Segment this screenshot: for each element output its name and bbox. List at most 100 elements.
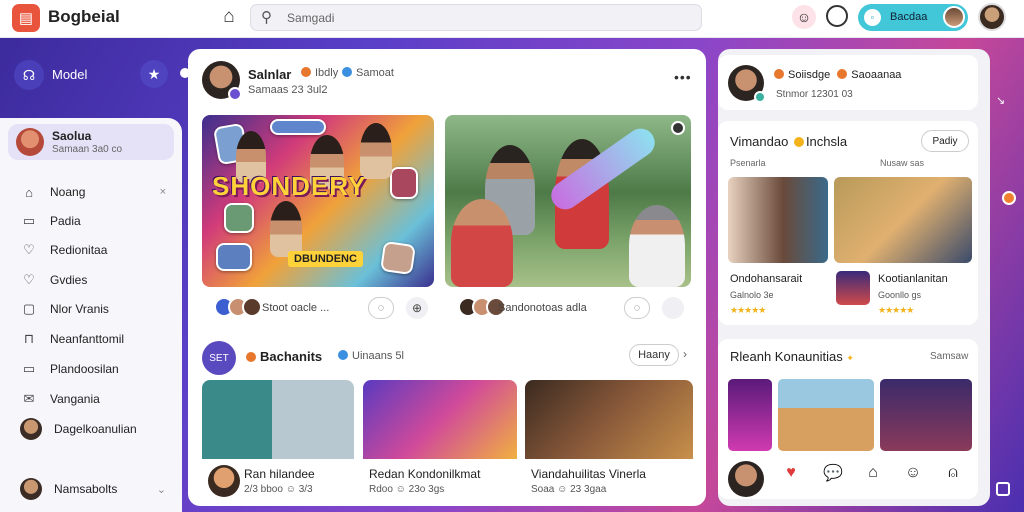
post-tag-2: Samoat (338, 67, 394, 79)
community-image[interactable] (728, 379, 772, 451)
sidebar-item-plandoosilan[interactable]: ▭ Plandoosilan (20, 359, 170, 379)
arrow-icon[interactable]: ↘ (996, 94, 1005, 107)
avatar[interactable] (728, 461, 764, 497)
sidebar-item-redionitaa[interactable]: ♡ Redionitaa (20, 240, 170, 260)
video-card[interactable]: Viandahuilitas Vinerla Soaa ☺ 23 3gaa (525, 380, 693, 504)
badge-icon (754, 91, 766, 103)
profile-card-tag: Saoaanaa (851, 69, 902, 81)
sidebar-item-vangania[interactable]: ✉ Vangania (20, 389, 170, 409)
sidebar-item-label: Gvdies (50, 273, 88, 287)
close-icon[interactable]: × (160, 186, 166, 198)
video-card[interactable]: Redan Kondonilkmat Rdoo ☺ 23o 3gs (363, 380, 517, 504)
info-icon[interactable] (671, 121, 685, 135)
sidebar-item-neanfanttomil[interactable]: ⊓ Neanfanttomil (20, 329, 170, 349)
poster-headline: SHONDERY (212, 171, 367, 201)
profile-card-name: Soiisdge (788, 69, 831, 81)
person (629, 205, 685, 287)
model-icon[interactable]: ☊ (14, 60, 44, 90)
sidebar-item-dagelkoanulian[interactable]: Dagelkoanulian (20, 418, 170, 440)
rating-stars: ★★★★★ (730, 305, 766, 315)
sidebar-footer[interactable]: Namsabolts ⌄ (20, 478, 170, 500)
reactor-avatars (214, 297, 262, 317)
community-image[interactable] (880, 379, 972, 451)
video-title: Ran hilandee (244, 467, 315, 481)
sidebar-item-label: Nlor Vranis (50, 302, 109, 316)
box-icon: ▢ (22, 301, 36, 316)
suggestion-image[interactable] (834, 177, 972, 263)
heart-icon[interactable]: ♥ (780, 462, 802, 484)
more-options-icon[interactable]: ••• (674, 69, 692, 85)
orange-dot-icon (301, 67, 311, 77)
profile-icon[interactable]: ⍝ (942, 462, 964, 484)
sidebar-item-home[interactable]: ⌂ Noang × (20, 182, 170, 202)
sidebar: Saolua Samaan 3a0 co ⌂ Noang × ▭ Padia ♡ Red… (0, 118, 182, 512)
user-avatar[interactable] (978, 3, 1006, 31)
section-badge[interactable]: SET (202, 341, 236, 375)
heart-outline-icon: ♡ (23, 272, 35, 287)
emoji-icon[interactable]: ☺ (792, 5, 816, 29)
comment-icon[interactable]: ◌ (368, 297, 394, 319)
section-sub: Uinaans 5l (334, 350, 404, 362)
community-title: Rleanh Konaunitias ✦ (730, 349, 854, 364)
app-logo-icon[interactable]: ▤ (12, 4, 40, 32)
search-bar[interactable]: ⚲ (250, 4, 702, 31)
suggestion-item-title: Ondohansarait (730, 273, 803, 285)
suggestion-image[interactable] (728, 177, 828, 263)
avatar[interactable] (662, 297, 684, 319)
person (270, 201, 302, 257)
community-image[interactable] (778, 379, 874, 451)
comment-icon[interactable]: 💬 (822, 462, 844, 484)
video-meta: 2/3 bboo ☺ 3/3 (244, 484, 313, 495)
photo-card (390, 167, 418, 199)
orange-dot-icon (837, 69, 848, 79)
video-meta: Soaa ☺ 23 3gaa (531, 484, 607, 495)
profile-dot-icon: ◦ (864, 9, 881, 26)
reaction-label: Stoot oacle ... (262, 302, 330, 314)
sidebar-profile[interactable]: Saolua Samaan 3a0 co (8, 124, 174, 160)
post-tag-label: Ibdly (315, 67, 339, 79)
blue-badge-icon (338, 350, 348, 360)
profile-pill[interactable]: ◦ Bacdaa (858, 4, 968, 31)
chevron-right-icon[interactable]: › (683, 347, 687, 361)
photo-card (216, 243, 252, 271)
sidebar-item-label: Plandoosilan (50, 362, 119, 376)
search-input[interactable] (287, 8, 687, 28)
post-image-group[interactable] (445, 115, 691, 287)
sidebar-item-label: Neanfanttomil (50, 332, 125, 346)
star-icon[interactable]: ★ (140, 60, 168, 88)
page-icon: ▭ (22, 213, 36, 228)
blue-badge-icon (342, 67, 352, 77)
sidebar-item-gvdies[interactable]: ♡ Gvdies (20, 270, 170, 290)
post-image-poster[interactable]: SHONDERY DBUNDENC (202, 115, 434, 287)
top-bar: ▤ Bogbeial ⌂ ⚲ ☺ ◦ Bacdaa (0, 0, 1024, 38)
doc-icon: ▭ (22, 361, 36, 376)
profile-card[interactable]: Soiisdge Saoaanaa Stnmor 12301 03 (718, 55, 978, 110)
post-author[interactable]: Salnlar (248, 67, 291, 82)
suggestion-button[interactable]: Padiy (921, 130, 969, 152)
bookmark-icon: ⊓ (23, 331, 35, 346)
sidebar-item-label: Noang (50, 185, 86, 199)
chevron-down-icon[interactable]: ⌄ (157, 483, 166, 496)
follow-button[interactable]: Haany (629, 344, 679, 366)
home-icon[interactable]: ⌂ (218, 6, 240, 28)
avatar (20, 418, 42, 440)
expand-icon[interactable] (996, 482, 1010, 496)
sidebar-item-padia[interactable]: ▭ Padia (20, 211, 170, 231)
poster-subline: DBUNDENC (288, 251, 363, 267)
post-avatar[interactable] (202, 61, 242, 101)
globe-icon[interactable]: ⊕ (406, 297, 428, 319)
video-thumbnail (363, 380, 517, 459)
chat-icon[interactable]: ☺ (902, 462, 924, 484)
status-circle-icon[interactable] (826, 5, 848, 27)
search-icon: ⚲ (261, 9, 272, 26)
suggestion-item-sub: Galnolo 3e (730, 290, 774, 300)
notification-icon[interactable]: ⌂ (862, 462, 884, 484)
sidebar-item-nlor-vranis[interactable]: ▢ Nlor Vranis (20, 299, 170, 319)
model-label: Model (52, 67, 88, 82)
comment-icon[interactable]: ◌ (624, 297, 650, 319)
badge-icon (228, 87, 242, 101)
video-card[interactable]: Ran hilandee 2/3 bboo ☺ 3/3 (202, 380, 354, 504)
section-title-label: Bachanits (260, 349, 323, 364)
photo-card (224, 203, 254, 233)
suggestion-title-b: Inchsla (805, 134, 848, 149)
